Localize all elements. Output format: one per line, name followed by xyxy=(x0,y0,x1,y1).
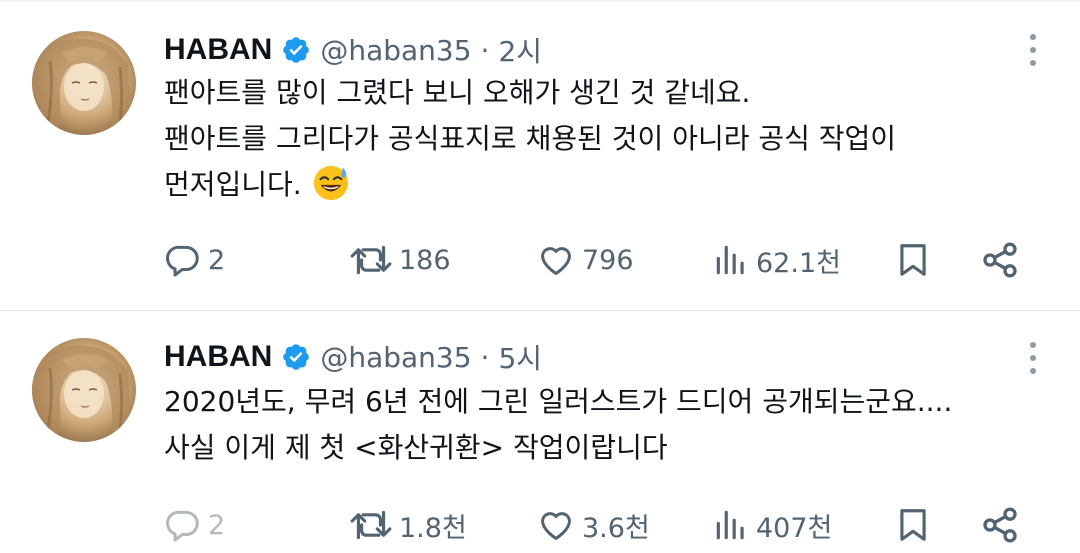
reply-icon xyxy=(165,510,199,542)
avatar[interactable] xyxy=(32,31,136,135)
retweet-count: 186 xyxy=(399,244,451,276)
more-options-icon[interactable] xyxy=(1028,342,1038,378)
like-count: 3.6천 xyxy=(582,512,650,544)
tweet[interactable]: HABAN @haban35 · 2시 팬아트를 많이 그렸다 보니 오해가 생… xyxy=(0,0,1080,310)
tweet[interactable]: HABAN @haban35 · 5시 2020년도, 무려 6년 전에 그린 … xyxy=(0,311,1080,553)
separator-dot: · xyxy=(480,340,490,374)
tweet-actions: 2 186 796 62.1천 xyxy=(164,238,1044,282)
bookmark-button[interactable] xyxy=(894,503,932,547)
author-name[interactable]: HABAN xyxy=(164,340,272,374)
views-chart-icon xyxy=(716,510,744,540)
like-button[interactable]: 796 xyxy=(536,238,634,282)
tweet-text-line: 2020년도, 무려 6년 전에 그린 일러스트가 드디어 공개되는군요.... xyxy=(164,385,953,418)
views-count: 62.1천 xyxy=(756,247,841,279)
like-button[interactable]: 3.6천 xyxy=(536,503,650,547)
heart-icon xyxy=(541,247,571,275)
author-handle[interactable]: @haban35 xyxy=(320,34,471,67)
tweet-text-line: 팬아트를 많이 그렸다 보니 오해가 생긴 것 같네요. xyxy=(164,76,751,109)
timestamp[interactable]: 5시 xyxy=(498,337,542,377)
author-handle[interactable]: @haban35 xyxy=(320,341,471,374)
avatar-illustration xyxy=(32,38,132,135)
share-icon xyxy=(983,507,1017,543)
views-button[interactable]: 62.1천 xyxy=(712,238,841,282)
bookmark-icon xyxy=(900,244,926,276)
sweat-smile-emoji xyxy=(313,165,348,201)
share-button[interactable] xyxy=(980,503,1020,547)
verified-badge-icon xyxy=(283,344,310,370)
heart-icon xyxy=(541,512,571,540)
reply-count: 2 xyxy=(208,244,226,276)
tweet-text-line: 사실 이게 제 첫 <화산귀환> 작업이랍니다 xyxy=(164,431,668,464)
timestamp[interactable]: 2시 xyxy=(498,30,542,70)
reply-button[interactable]: 2 xyxy=(164,238,225,282)
avatar-illustration xyxy=(32,345,132,442)
retweet-icon xyxy=(350,245,392,275)
share-icon xyxy=(983,242,1017,278)
retweet-button[interactable]: 1.8천 xyxy=(349,503,467,547)
tweet-text: 2020년도, 무려 6년 전에 그린 일러스트가 드디어 공개되는군요....… xyxy=(164,379,1044,471)
more-options-icon[interactable] xyxy=(1028,34,1038,70)
verified-badge-icon xyxy=(283,37,310,63)
views-button[interactable]: 407천 xyxy=(712,503,832,547)
like-count: 796 xyxy=(582,244,634,276)
retweet-count: 1.8천 xyxy=(399,512,467,544)
tweet-actions: 2 1.8천 3.6천 407천 xyxy=(164,503,1044,547)
tweet-text-line-content: 먼저입니다. xyxy=(164,168,302,201)
reply-icon xyxy=(165,245,199,277)
tweet-header: HABAN @haban35 · 2시 xyxy=(164,30,542,70)
tweet-text: 팬아트를 많이 그렸다 보니 오해가 생긴 것 같네요. 팬아트를 그리다가 공… xyxy=(164,70,1044,208)
views-chart-icon xyxy=(716,245,744,275)
views-count: 407천 xyxy=(756,512,833,544)
tweet-header: HABAN @haban35 · 5시 xyxy=(164,337,542,377)
tweet-text-line: 팬아트를 그리다가 공식표지로 채용된 것이 아니라 공식 작업이 xyxy=(164,122,897,155)
author-name[interactable]: HABAN xyxy=(164,33,272,67)
share-button[interactable] xyxy=(980,238,1020,282)
avatar[interactable] xyxy=(32,338,136,442)
bookmark-icon xyxy=(900,509,926,541)
separator-dot: · xyxy=(480,33,490,67)
retweet-button[interactable]: 186 xyxy=(349,238,451,282)
bookmark-button[interactable] xyxy=(894,238,932,282)
reply-count: 2 xyxy=(208,509,226,541)
tweet-text-line: 먼저입니다. xyxy=(164,162,1044,208)
reply-button[interactable]: 2 xyxy=(164,503,225,547)
retweet-icon xyxy=(350,510,392,540)
